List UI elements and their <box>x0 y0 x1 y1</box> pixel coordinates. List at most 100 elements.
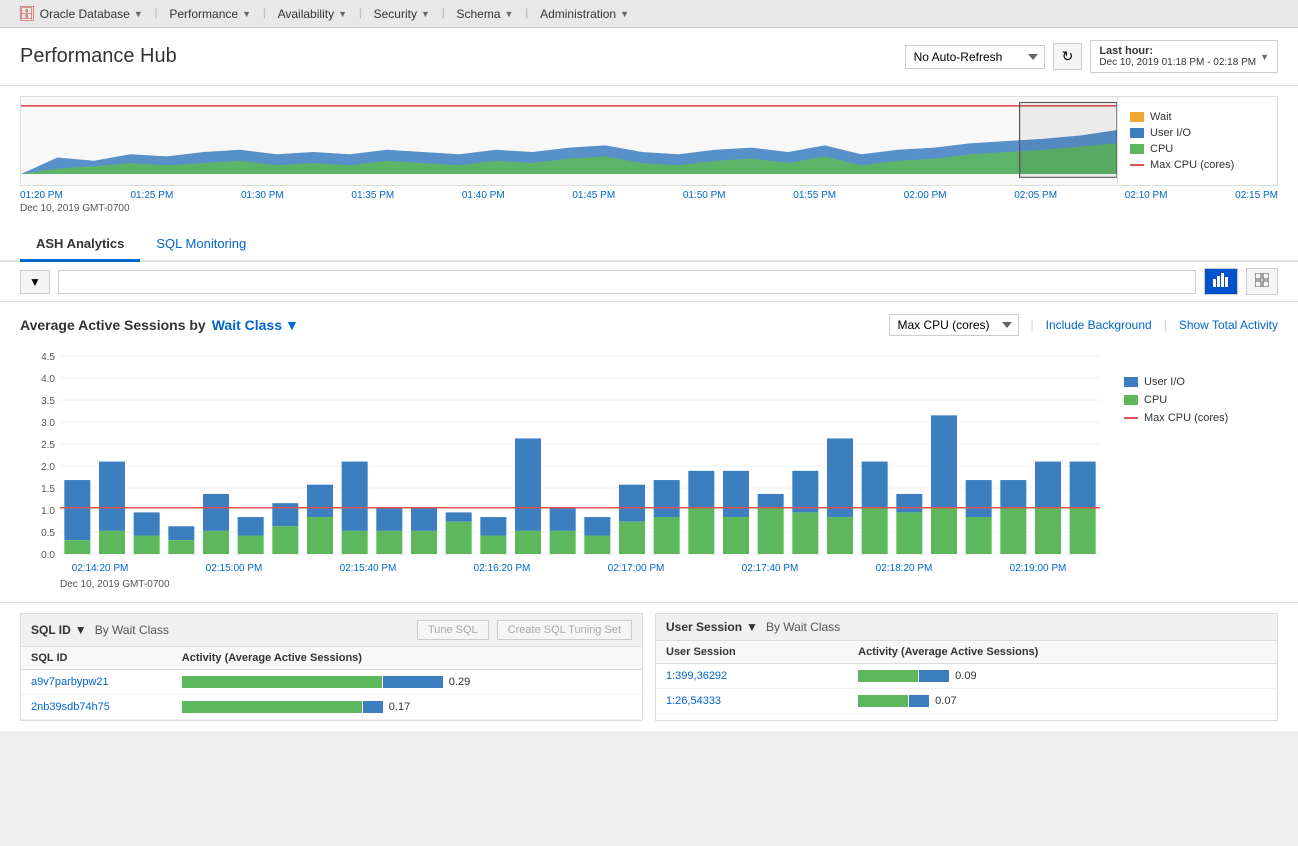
time-range-display[interactable]: Last hour: Dec 10, 2019 01:18 PM - 02:18… <box>1090 40 1278 73</box>
sql-id-header-title[interactable]: SQL ID ▼ <box>31 623 87 637</box>
session-activity-cell-1: 0.07 <box>848 689 1277 714</box>
sql-data-table: SQL ID Activity (Average Active Sessions… <box>21 647 642 720</box>
session-activity-value-1: 0.07 <box>935 695 956 707</box>
sql-activity-cell-1: 0.17 <box>172 695 642 720</box>
svg-text:1.0: 1.0 <box>41 506 55 517</box>
bar-chart-view-button[interactable] <box>1204 268 1238 295</box>
time-6: 01:50 PM <box>683 190 726 201</box>
page-title: Performance Hub <box>20 45 177 68</box>
grid-view-button[interactable] <box>1246 268 1278 295</box>
sql-id-sort-arrow: ▼ <box>75 623 87 637</box>
legend-aas-maxcpu-label: Max CPU (cores) <box>1144 412 1228 424</box>
sql-table-subtitle: By Wait Class <box>95 623 169 637</box>
session-id-link-0[interactable]: 1:399,36292 <box>656 664 848 689</box>
overview-chart-inner: Wait User I/O CPU Max CPU (cores) <box>21 97 1277 185</box>
auto-refresh-select[interactable]: No Auto-Refresh 10 seconds 30 seconds 1 … <box>905 45 1045 69</box>
session-activity-bars-1 <box>858 695 929 707</box>
time-0: 01:20 PM <box>20 190 63 201</box>
svg-text:3.5: 3.5 <box>41 396 55 407</box>
svg-text:02:15:40 PM: 02:15:40 PM <box>340 563 397 574</box>
tab-sql-monitoring[interactable]: SQL Monitoring <box>140 228 262 262</box>
time-11: 02:15 PM <box>1235 190 1278 201</box>
nav-schema[interactable]: Schema ▼ <box>447 0 524 27</box>
activity-bars-0 <box>182 676 443 688</box>
legend-wait-label: Wait <box>1150 111 1172 123</box>
x-axis: 02:14:20 PM 02:15:00 PM 02:15:40 PM 02:1… <box>72 563 1067 574</box>
nav-arrow-4: ▼ <box>505 9 514 19</box>
sql-activity-cell-0: 0.29 <box>172 670 642 695</box>
nav-performance[interactable]: Performance ▼ <box>159 0 261 27</box>
aas-controls: Max CPU (cores) | Include Background | S… <box>889 314 1279 336</box>
svg-text:0.5: 0.5 <box>41 528 55 539</box>
session-table-subtitle: By Wait Class <box>766 620 840 634</box>
overview-times: 01:20 PM 01:25 PM 01:30 PM 01:35 PM 01:4… <box>20 188 1278 203</box>
legend-cpu-color <box>1130 144 1144 154</box>
cpu-metric-select[interactable]: Max CPU (cores) <box>889 314 1019 336</box>
user-session-sort-arrow: ▼ <box>746 620 758 634</box>
include-background-link[interactable]: Include Background <box>1046 318 1152 332</box>
aas-title-prefix: Average Active Sessions by <box>20 317 206 333</box>
activity-value-1: 0.17 <box>389 701 410 713</box>
nav-oracle-database-label: Oracle Database <box>40 7 130 21</box>
sql-id-link-1[interactable]: 2nb39sdb74h75 <box>21 695 172 720</box>
time-7: 01:55 PM <box>793 190 836 201</box>
session-id-link-1[interactable]: 1:26,54333 <box>656 689 848 714</box>
legend-aas-userio: User I/O <box>1124 376 1262 388</box>
show-total-activity-link[interactable]: Show Total Activity <box>1179 318 1278 332</box>
nav-sep-3: | <box>442 8 445 19</box>
bottom-tables: SQL ID ▼ By Wait Class Tune SQL Create S… <box>0 602 1298 731</box>
sql-id-link-0[interactable]: a9v7parbypw21 <box>21 670 172 695</box>
activity-green-bar-1 <box>182 701 362 713</box>
session-blue-bar-1 <box>909 695 929 707</box>
svg-text:3.0: 3.0 <box>41 418 55 429</box>
user-session-header-title[interactable]: User Session ▼ <box>666 620 758 634</box>
legend-aas-maxcpu: Max CPU (cores) <box>1124 412 1262 424</box>
svg-text:4.5: 4.5 <box>41 352 55 363</box>
time-range-value: Dec 10, 2019 01:18 PM - 02:18 PM <box>1099 57 1256 68</box>
svg-text:02:19:00 PM: 02:19:00 PM <box>1010 563 1067 574</box>
session-data-table: User Session Activity (Average Active Se… <box>656 641 1277 714</box>
nav-availability[interactable]: Availability ▼ <box>268 0 357 27</box>
legend-aas-cpu-label: CPU <box>1144 394 1167 406</box>
last-hour-label: Last hour: <box>1099 45 1153 57</box>
bar-chart-container: 4.5 4.0 3.5 3.0 2.5 2.0 1.5 <box>20 346 1278 590</box>
svg-text:02:18:20 PM: 02:18:20 PM <box>876 563 933 574</box>
tune-sql-button[interactable]: Tune SQL <box>417 620 489 640</box>
sql-col-id: SQL ID <box>21 647 172 670</box>
filter-button[interactable]: ▼ <box>20 270 50 294</box>
bar-chart-icon <box>1213 273 1229 287</box>
nav-oracle-database[interactable]: 🗄 Oracle Database ▼ <box>8 0 153 27</box>
time-1: 01:25 PM <box>130 190 173 201</box>
overview-section: Wait User I/O CPU Max CPU (cores) <box>0 86 1298 220</box>
create-sql-tuning-set-button[interactable]: Create SQL Tuning Set <box>497 620 632 640</box>
svg-text:1.5: 1.5 <box>41 484 55 495</box>
session-green-bar-1 <box>858 695 908 707</box>
bar-chart-legend: User I/O CPU Max CPU (cores) <box>1108 346 1278 590</box>
refresh-button[interactable]: ↻ <box>1053 43 1083 70</box>
nav-availability-label: Availability <box>278 7 334 21</box>
activity-bars-1 <box>182 701 383 713</box>
legend-maxcpu-label: Max CPU (cores) <box>1150 159 1234 171</box>
time-10: 02:10 PM <box>1125 190 1168 201</box>
session-col-activity: Activity (Average Active Sessions) <box>848 641 1277 664</box>
activity-bar-container-0: 0.29 <box>182 676 632 688</box>
nav-security[interactable]: Security ▼ <box>364 0 440 27</box>
bar-chart-area: 4.5 4.0 3.5 3.0 2.5 2.0 1.5 <box>20 346 1108 590</box>
filter-input[interactable] <box>58 270 1196 294</box>
tab-ash-analytics[interactable]: ASH Analytics <box>20 228 140 262</box>
overview-chart-main <box>21 97 1117 185</box>
nav-administration[interactable]: Administration ▼ <box>530 0 639 27</box>
nav-arrow-3: ▼ <box>421 9 430 19</box>
legend-aas-cpu-color <box>1124 395 1138 405</box>
nav-sep-1: | <box>263 8 266 19</box>
tabs: ASH Analytics SQL Monitoring <box>20 228 1278 260</box>
wait-class-dropdown[interactable]: Wait Class ▼ <box>212 317 299 333</box>
time-5: 01:45 PM <box>572 190 615 201</box>
session-activity-cell-0: 0.09 <box>848 664 1277 689</box>
overview-chart-container: Wait User I/O CPU Max CPU (cores) <box>20 96 1278 186</box>
session-col-id: User Session <box>656 641 848 664</box>
nav-sep-4: | <box>525 8 528 19</box>
aas-title: Average Active Sessions by Wait Class ▼ <box>20 317 299 333</box>
svg-text:02:17:00 PM: 02:17:00 PM <box>608 563 665 574</box>
main-content: Performance Hub No Auto-Refresh 10 secon… <box>0 28 1298 731</box>
